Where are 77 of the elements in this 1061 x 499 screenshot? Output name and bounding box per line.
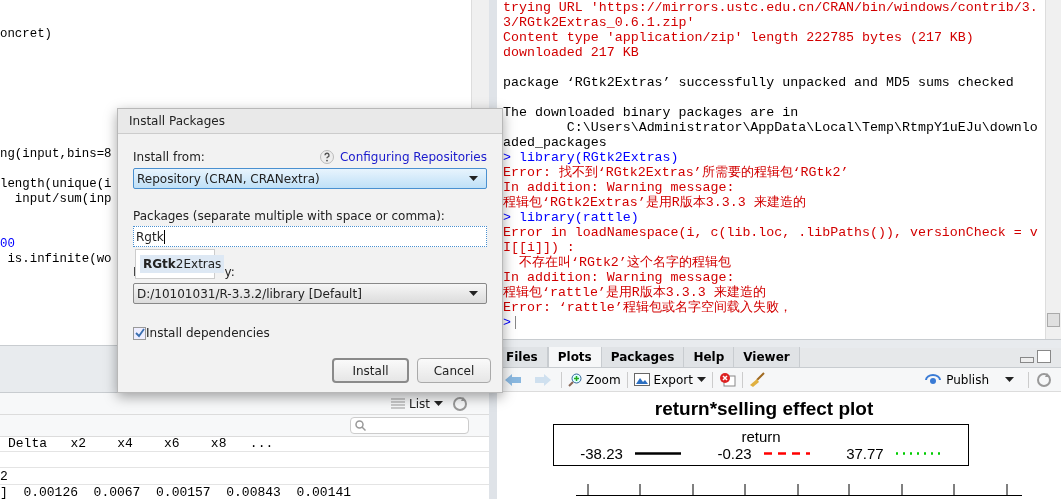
table-cell: ] 0.00126 0.0067 0.00157 0.00843 0.00141 (0, 485, 352, 499)
console-line: I[[i]]) : (503, 240, 576, 255)
scrollbar[interactable] (1045, 0, 1061, 339)
caret-icon (469, 176, 478, 181)
caret-icon (696, 377, 706, 382)
pane-tab[interactable]: Plots (547, 347, 602, 367)
console-line: > library(RGtk2Extras) (503, 150, 680, 165)
console-line: > library(rattle) (503, 210, 640, 225)
zoom-button[interactable]: Zoom (568, 370, 621, 389)
caret-icon (469, 291, 478, 296)
dialog-title: Install Packages (129, 113, 225, 130)
legend-label: 37.77 (846, 445, 884, 462)
checkbox[interactable] (133, 326, 146, 340)
packages-field[interactable]: Rgtk (133, 226, 487, 247)
maximize-icon[interactable] (1037, 350, 1051, 363)
checkbox-label: Install dependencies (146, 325, 270, 342)
image-icon (633, 373, 650, 386)
plot-title: return*selling effect plot (653, 398, 875, 420)
console-line: C:\Users\Administrator\AppData\Local\Temp\RtmpY1uEJu\downlo (565, 120, 1039, 135)
console-line: The downloaded binary packages are in (503, 105, 800, 120)
console-line: In addition: Warning message: (503, 180, 736, 195)
install-from-select[interactable]: Repository (CRAN, CRANextra) (133, 168, 487, 189)
console-line: Content type 'application/zip' length 222785 bytes (217 KB) (503, 30, 975, 45)
publish-icon (924, 373, 943, 386)
column-headers: Delta x2 x4 x6 x8 ... (7, 437, 274, 451)
console-line: Error: 找不到‘RGtk2Extras’所需要的程辑包‘RGtk2’ (503, 165, 850, 180)
pane-tab[interactable]: Viewer (734, 347, 800, 367)
pane-tab[interactable]: Packages (601, 347, 685, 367)
refresh-icon[interactable] (1035, 370, 1053, 389)
minimize-icon[interactable] (1020, 357, 1034, 363)
suggestion-item[interactable]: RGtk2Extras (140, 255, 225, 273)
help-link[interactable]: Configuring Repositories (339, 148, 487, 166)
legend-title: return (741, 428, 781, 445)
console-line: In addition: Warning message: (503, 270, 736, 285)
code-line: ng(input,bins=8 (0, 147, 112, 161)
console-line: trying URL 'https://mirrors.ustc.edu.cn/CRAN/bin/windows/contrib/3. (503, 0, 1039, 15)
view-menu[interactable]: List (391, 394, 443, 413)
console-line: Error: ‘rattle’程辑包或名字空间载入失败， (503, 300, 793, 315)
caret-icon (1005, 377, 1014, 382)
console-line: 不存在叫‘RGtk2’这个名字的程辑包 (517, 255, 732, 270)
export-button[interactable]: Export (633, 370, 706, 389)
back-arrow-icon[interactable] (505, 373, 521, 386)
code-line: 00 (0, 237, 15, 251)
console-line: 程辑包‘RGtk2Extras’是用R版本3.3.3 来建造的 (503, 195, 807, 210)
legend-label: -0.23 (717, 445, 752, 462)
console-line: aded_packages (503, 135, 608, 150)
cancel-button[interactable]: Cancel (417, 358, 491, 383)
code-line: input/sum(inp (13, 192, 112, 206)
code-line: length(unique(i (0, 177, 112, 191)
list-icon (391, 397, 405, 410)
checkmark-icon (134, 328, 145, 338)
console-line: 3/RGtk2Extras_0.6.1.zip' (503, 15, 696, 30)
code-line: is.infinite(wo (6, 252, 112, 266)
console-line: downloaded 217 KB (503, 45, 640, 60)
magnifier-icon (568, 372, 582, 387)
field-label: y: (224, 264, 235, 281)
field-label: Install from: (133, 149, 205, 166)
search-field[interactable] (350, 417, 469, 434)
field-label: Packages (separate multiple with space or comma): (133, 208, 446, 223)
console-line: package ‘RGtk2Extras’ successfully unpacked and MD5 sums checked (503, 75, 1015, 90)
install-button[interactable]: Install (332, 358, 409, 383)
field-label: I (133, 264, 137, 281)
broom-icon[interactable] (748, 371, 765, 388)
refresh-icon[interactable] (451, 394, 469, 413)
console-line: 程辑包‘rattle’是用R版本3.3.3 来建造的 (503, 285, 767, 300)
console-line: Error in loadNamespace(i, c(lib.loc, .libPaths()), versionCheck = v (503, 225, 1039, 240)
search-icon (355, 420, 366, 431)
console-prompt: > (503, 315, 511, 330)
pane-tab[interactable]: Help (684, 347, 735, 367)
legend-label: -38.23 (580, 445, 623, 462)
library-select[interactable]: D:/10101031/R-3.3.2/library [Default] (133, 283, 487, 304)
code-line: oncret) (0, 27, 53, 41)
caret-icon (434, 401, 443, 406)
table-cell: 2 (0, 469, 8, 484)
remove-plot-icon[interactable] (718, 372, 736, 387)
publish-button[interactable]: Publish (924, 370, 1014, 389)
help-icon (319, 150, 334, 164)
